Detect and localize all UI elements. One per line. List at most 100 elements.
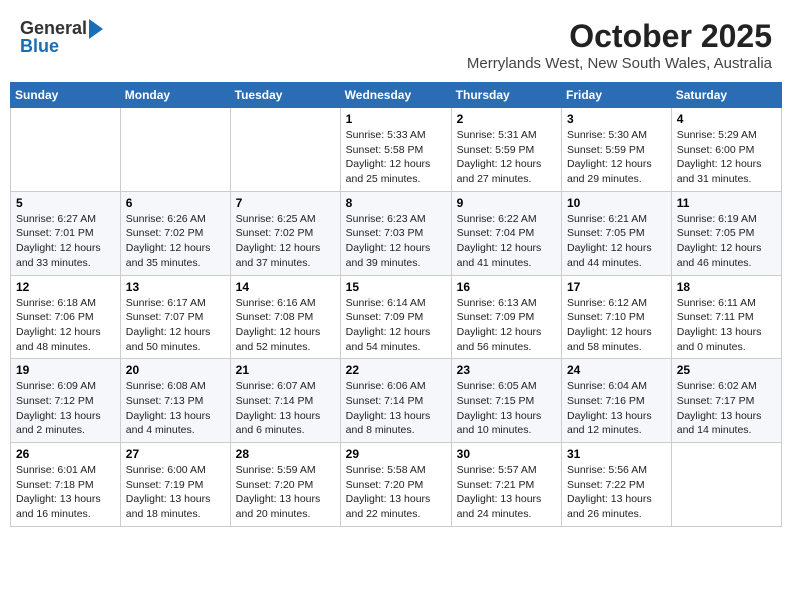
day-info: Sunrise: 5:59 AMSunset: 7:20 PMDaylight:… bbox=[236, 463, 335, 522]
day-info: Sunrise: 5:30 AMSunset: 5:59 PMDaylight:… bbox=[567, 128, 666, 187]
calendar-cell: 10Sunrise: 6:21 AMSunset: 7:05 PMDayligh… bbox=[562, 191, 672, 275]
calendar-cell: 4 Sunrise: 5:29 AMSunset: 6:00 PMDaylight… bbox=[671, 108, 781, 192]
day-info: Sunrise: 6:27 AMSunset: 7:01 PMDaylight:… bbox=[16, 212, 115, 271]
day-info: Sunrise: 6:26 AMSunset: 7:02 PMDaylight:… bbox=[126, 212, 225, 271]
calendar-cell: 13 Sunrise: 6:17 AMSunset: 7:07 PMDayligh… bbox=[120, 275, 230, 359]
calendar-week-row: 12Sunrise: 6:18 AMSunset: 7:06 PMDayligh… bbox=[11, 275, 782, 359]
day-info: Sunrise: 5:29 AMSunset: 6:00 PMDaylight:… bbox=[677, 128, 776, 187]
calendar-cell: 1Sunrise: 5:33 AMSunset: 5:58 PMDaylight… bbox=[340, 108, 451, 192]
day-number: 25 bbox=[677, 363, 776, 377]
day-number: 8 bbox=[346, 196, 446, 210]
day-number: 14 bbox=[236, 280, 335, 294]
calendar-cell: 8Sunrise: 6:23 AMSunset: 7:03 PMDaylight… bbox=[340, 191, 451, 275]
col-header-friday: Friday bbox=[562, 83, 672, 108]
day-number: 30 bbox=[457, 447, 556, 461]
calendar-cell: 5 Sunrise: 6:27 AMSunset: 7:01 PMDaylight… bbox=[11, 191, 121, 275]
day-info: Sunrise: 6:07 AMSunset: 7:14 PMDaylight:… bbox=[236, 379, 335, 438]
calendar-cell: 9Sunrise: 6:22 AMSunset: 7:04 PMDaylight… bbox=[451, 191, 561, 275]
day-number: 29 bbox=[346, 447, 446, 461]
logo-text-blue: Blue bbox=[20, 36, 59, 57]
calendar-cell: 14 Sunrise: 6:16 AMSunset: 7:08 PMDayligh… bbox=[230, 275, 340, 359]
day-info: Sunrise: 6:05 AMSunset: 7:15 PMDaylight:… bbox=[457, 379, 556, 438]
calendar-week-row: 5 Sunrise: 6:27 AMSunset: 7:01 PMDaylight… bbox=[11, 191, 782, 275]
day-number: 5 bbox=[16, 196, 115, 210]
calendar-week-row: 1Sunrise: 5:33 AMSunset: 5:58 PMDaylight… bbox=[11, 108, 782, 192]
day-info: Sunrise: 6:14 AMSunset: 7:09 PMDaylight:… bbox=[346, 296, 446, 355]
page-subtitle: Merrylands West, New South Wales, Austra… bbox=[467, 55, 772, 72]
calendar-cell: 21Sunrise: 6:07 AMSunset: 7:14 PMDayligh… bbox=[230, 359, 340, 443]
day-number: 24 bbox=[567, 363, 666, 377]
day-info: Sunrise: 6:11 AMSunset: 7:11 PMDaylight:… bbox=[677, 296, 776, 355]
day-number: 15 bbox=[346, 280, 446, 294]
col-header-wednesday: Wednesday bbox=[340, 83, 451, 108]
calendar-cell: 17 Sunrise: 6:12 AMSunset: 7:10 PMDayligh… bbox=[562, 275, 672, 359]
calendar-cell: 27Sunrise: 6:00 AMSunset: 7:19 PMDayligh… bbox=[120, 443, 230, 527]
calendar-week-row: 26 Sunrise: 6:01 AMSunset: 7:18 PMDayligh… bbox=[11, 443, 782, 527]
day-info: Sunrise: 5:31 AMSunset: 5:59 PMDaylight:… bbox=[457, 128, 556, 187]
day-number: 6 bbox=[126, 196, 225, 210]
calendar-cell: 15 Sunrise: 6:14 AMSunset: 7:09 PMDayligh… bbox=[340, 275, 451, 359]
day-number: 2 bbox=[457, 112, 556, 126]
calendar-cell: 18 Sunrise: 6:11 AMSunset: 7:11 PMDayligh… bbox=[671, 275, 781, 359]
day-number: 23 bbox=[457, 363, 556, 377]
day-number: 3 bbox=[567, 112, 666, 126]
day-number: 27 bbox=[126, 447, 225, 461]
day-info: Sunrise: 6:25 AMSunset: 7:02 PMDaylight:… bbox=[236, 212, 335, 271]
day-info: Sunrise: 6:16 AMSunset: 7:08 PMDaylight:… bbox=[236, 296, 335, 355]
calendar-cell: 3 Sunrise: 5:30 AMSunset: 5:59 PMDaylight… bbox=[562, 108, 672, 192]
day-number: 26 bbox=[16, 447, 115, 461]
day-number: 1 bbox=[346, 112, 446, 126]
calendar-cell: 22 Sunrise: 6:06 AMSunset: 7:14 PMDayligh… bbox=[340, 359, 451, 443]
day-info: Sunrise: 6:17 AMSunset: 7:07 PMDaylight:… bbox=[126, 296, 225, 355]
day-number: 17 bbox=[567, 280, 666, 294]
col-header-tuesday: Tuesday bbox=[230, 83, 340, 108]
calendar-cell: 23 Sunrise: 6:05 AMSunset: 7:15 PMDayligh… bbox=[451, 359, 561, 443]
day-info: Sunrise: 6:13 AMSunset: 7:09 PMDaylight:… bbox=[457, 296, 556, 355]
day-number: 7 bbox=[236, 196, 335, 210]
day-number: 22 bbox=[346, 363, 446, 377]
logo-arrow-icon bbox=[89, 19, 103, 39]
calendar-table: SundayMondayTuesdayWednesdayThursdayFrid… bbox=[10, 82, 782, 527]
day-info: Sunrise: 5:56 AMSunset: 7:22 PMDaylight:… bbox=[567, 463, 666, 522]
calendar-cell: 31 Sunrise: 5:56 AMSunset: 7:22 PMDayligh… bbox=[562, 443, 672, 527]
calendar-cell bbox=[230, 108, 340, 192]
day-number: 18 bbox=[677, 280, 776, 294]
day-info: Sunrise: 6:06 AMSunset: 7:14 PMDaylight:… bbox=[346, 379, 446, 438]
page-title: October 2025 bbox=[467, 18, 772, 55]
calendar-cell: 20 Sunrise: 6:08 AMSunset: 7:13 PMDayligh… bbox=[120, 359, 230, 443]
calendar-cell: 16 Sunrise: 6:13 AMSunset: 7:09 PMDayligh… bbox=[451, 275, 561, 359]
day-number: 16 bbox=[457, 280, 556, 294]
day-info: Sunrise: 6:08 AMSunset: 7:13 PMDaylight:… bbox=[126, 379, 225, 438]
day-info: Sunrise: 5:58 AMSunset: 7:20 PMDaylight:… bbox=[346, 463, 446, 522]
day-number: 12 bbox=[16, 280, 115, 294]
day-number: 28 bbox=[236, 447, 335, 461]
calendar-header-row: SundayMondayTuesdayWednesdayThursdayFrid… bbox=[11, 83, 782, 108]
day-info: Sunrise: 6:19 AMSunset: 7:05 PMDaylight:… bbox=[677, 212, 776, 271]
day-number: 20 bbox=[126, 363, 225, 377]
calendar-cell bbox=[120, 108, 230, 192]
col-header-thursday: Thursday bbox=[451, 83, 561, 108]
day-info: Sunrise: 6:12 AMSunset: 7:10 PMDaylight:… bbox=[567, 296, 666, 355]
day-number: 11 bbox=[677, 196, 776, 210]
day-number: 13 bbox=[126, 280, 225, 294]
col-header-sunday: Sunday bbox=[11, 83, 121, 108]
calendar-cell: 26 Sunrise: 6:01 AMSunset: 7:18 PMDayligh… bbox=[11, 443, 121, 527]
day-info: Sunrise: 6:21 AMSunset: 7:05 PMDaylight:… bbox=[567, 212, 666, 271]
page-header: General Blue October 2025 Merrylands Wes… bbox=[10, 10, 782, 76]
calendar-cell: 6 Sunrise: 6:26 AMSunset: 7:02 PMDaylight… bbox=[120, 191, 230, 275]
title-block: October 2025 Merrylands West, New South … bbox=[467, 18, 772, 72]
calendar-cell: 28 Sunrise: 5:59 AMSunset: 7:20 PMDayligh… bbox=[230, 443, 340, 527]
calendar-cell: 24Sunrise: 6:04 AMSunset: 7:16 PMDayligh… bbox=[562, 359, 672, 443]
day-info: Sunrise: 6:09 AMSunset: 7:12 PMDaylight:… bbox=[16, 379, 115, 438]
day-number: 31 bbox=[567, 447, 666, 461]
calendar-cell: 29 Sunrise: 5:58 AMSunset: 7:20 PMDayligh… bbox=[340, 443, 451, 527]
col-header-saturday: Saturday bbox=[671, 83, 781, 108]
day-number: 4 bbox=[677, 112, 776, 126]
day-number: 9 bbox=[457, 196, 556, 210]
day-number: 19 bbox=[16, 363, 115, 377]
calendar-week-row: 19 Sunrise: 6:09 AMSunset: 7:12 PMDayligh… bbox=[11, 359, 782, 443]
day-info: Sunrise: 5:57 AMSunset: 7:21 PMDaylight:… bbox=[457, 463, 556, 522]
col-header-monday: Monday bbox=[120, 83, 230, 108]
day-info: Sunrise: 6:01 AMSunset: 7:18 PMDaylight:… bbox=[16, 463, 115, 522]
calendar-cell: 11 Sunrise: 6:19 AMSunset: 7:05 PMDayligh… bbox=[671, 191, 781, 275]
